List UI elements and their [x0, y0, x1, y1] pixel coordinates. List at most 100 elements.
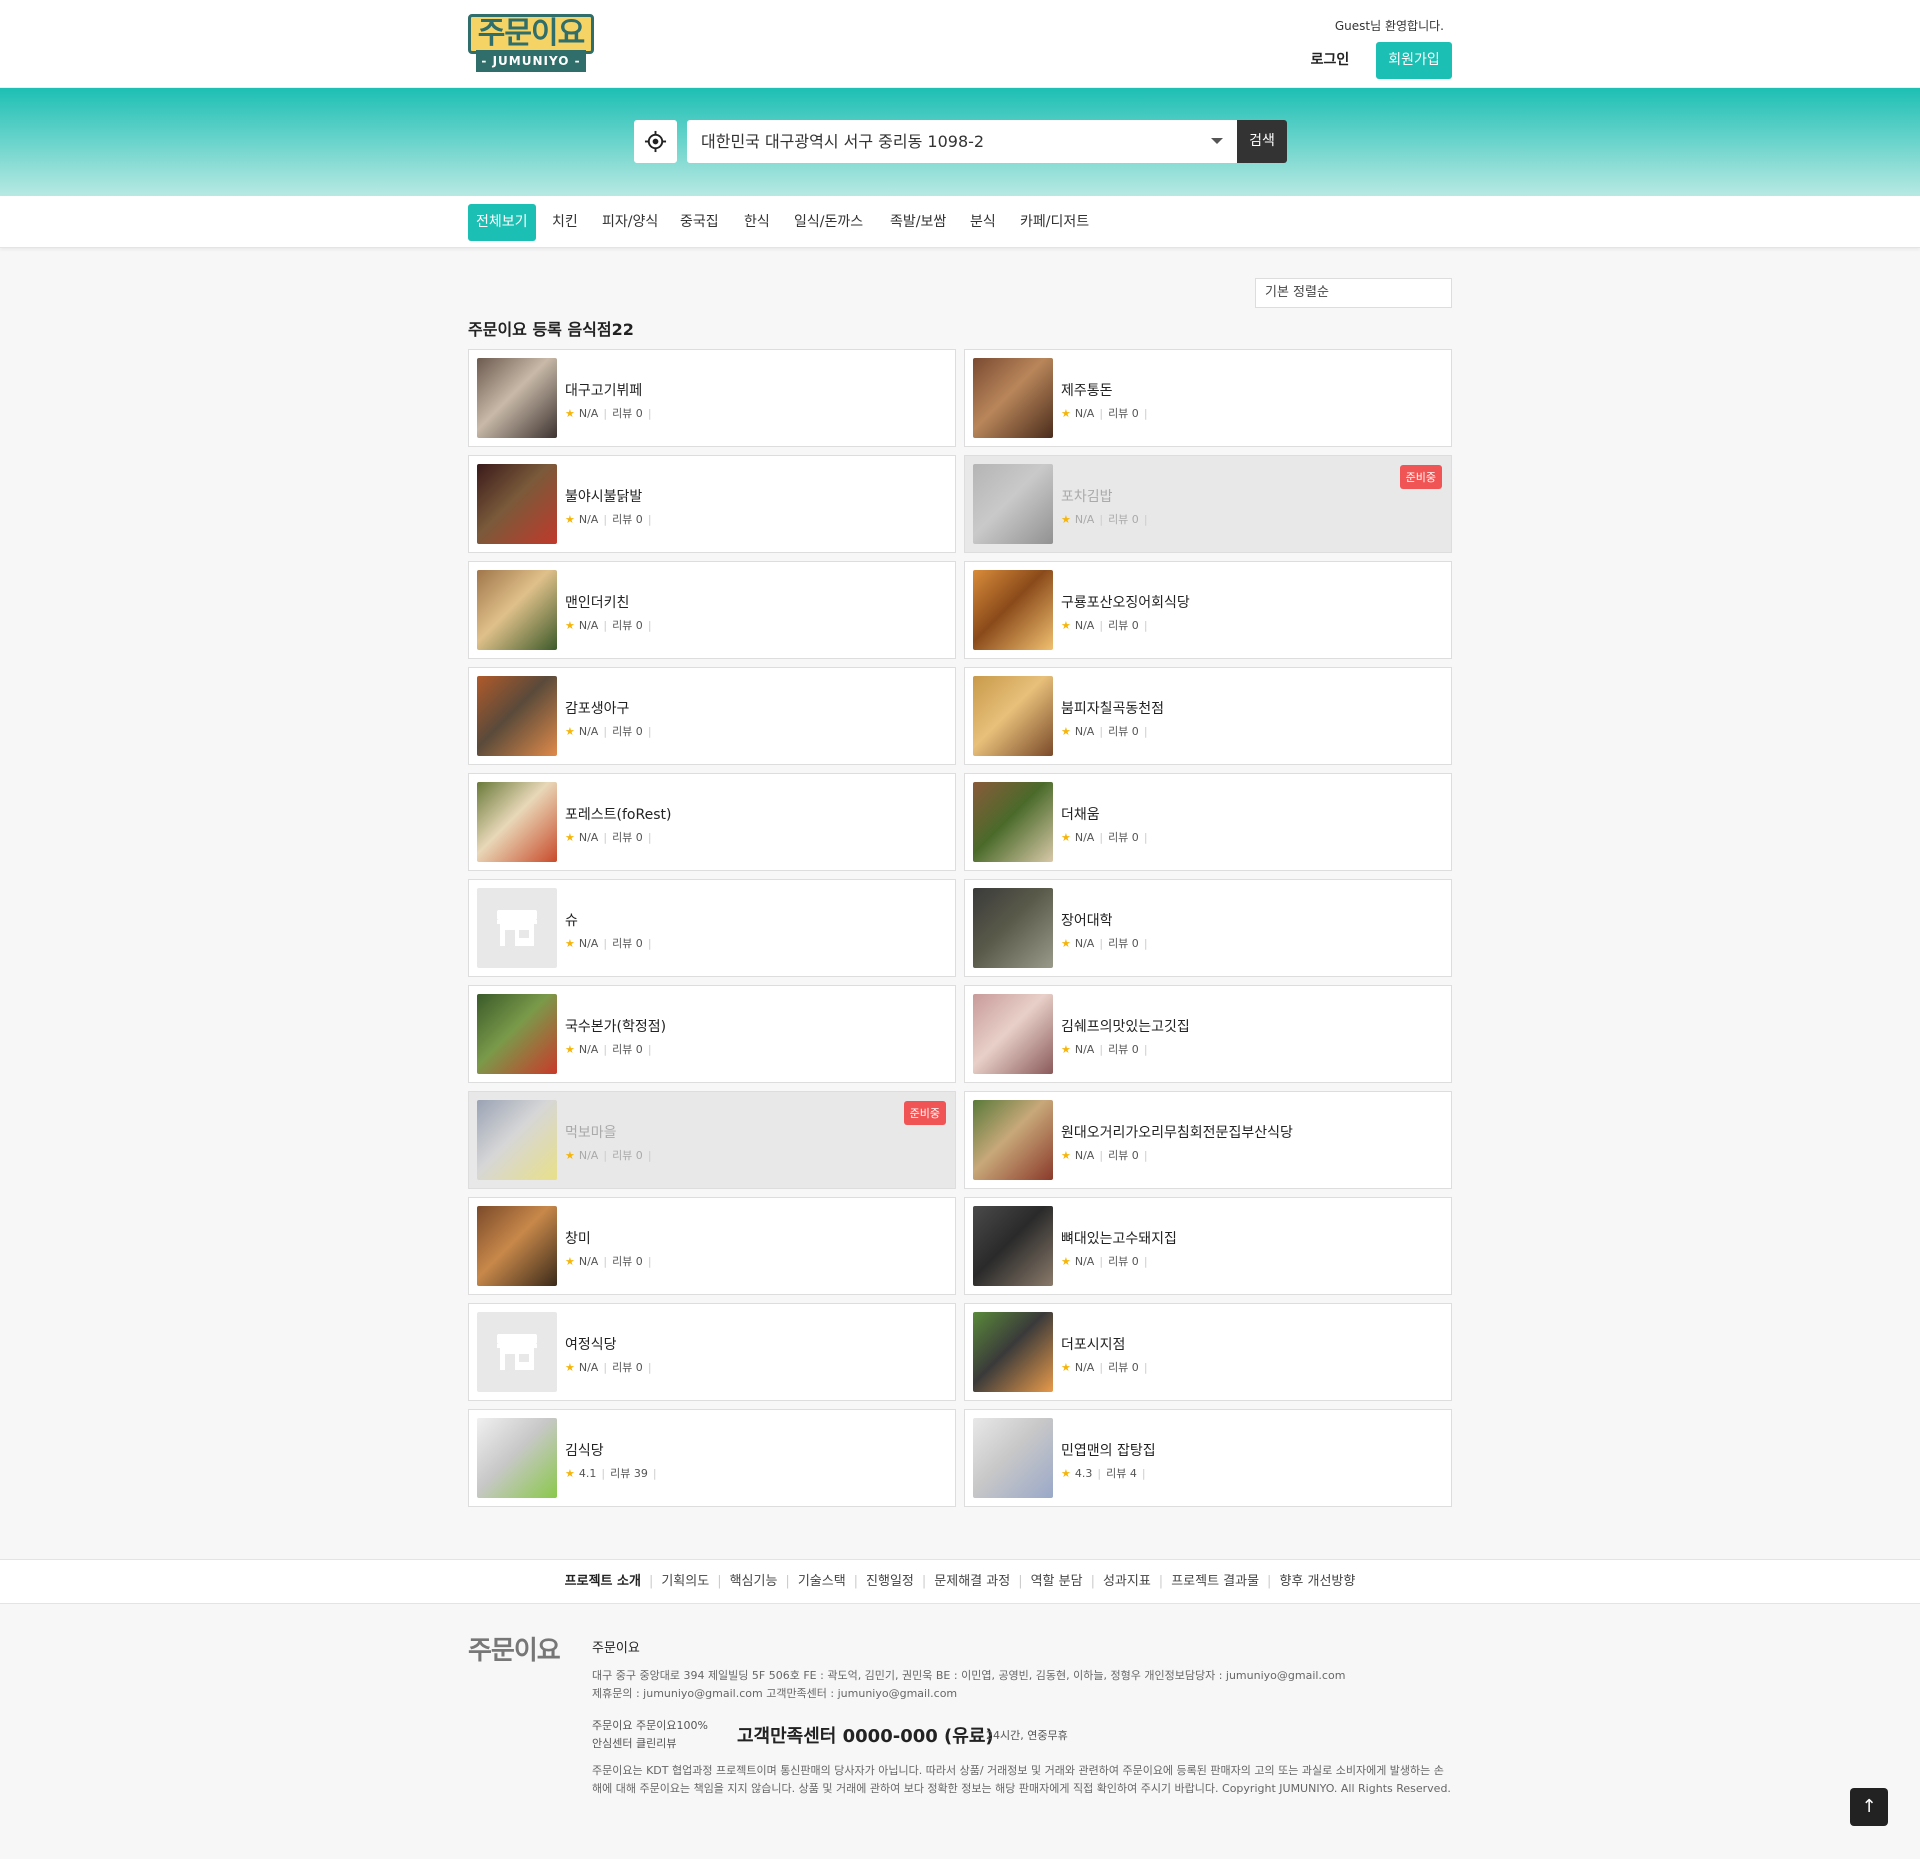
restaurant-photo: [477, 570, 557, 650]
restaurant-meta: ★ N/A | 리뷰 0 |: [565, 723, 657, 739]
restaurant-photo: [973, 1206, 1053, 1286]
restaurant-meta: ★ N/A | 리뷰 0 |: [565, 1253, 657, 1269]
review-count: 리뷰 0: [612, 1149, 643, 1162]
restaurant-card[interactable]: 슈 ★ N/A | 리뷰 0 |: [468, 879, 956, 977]
review-count: 리뷰 0: [1108, 1043, 1139, 1056]
restaurant-name: 더채움: [1061, 807, 1100, 823]
category-tab[interactable]: 피자/양식: [594, 204, 666, 241]
restaurant-card[interactable]: 국수본가(학정점) ★ N/A | 리뷰 0 |: [468, 985, 956, 1083]
scroll-to-top-button[interactable]: ↑: [1850, 1788, 1888, 1826]
footer-service-links: 주문이요 주문이요100% 안심센터 클린리뷰: [592, 1717, 708, 1753]
restaurant-name: 여정식당: [565, 1337, 617, 1353]
star-icon: ★: [565, 1043, 575, 1056]
restaurant-name: 제주통돈: [1061, 383, 1113, 399]
crosshair-icon: [644, 130, 667, 153]
star-icon: ★: [1061, 725, 1071, 738]
divider: |: [647, 725, 652, 738]
footer-nav-link[interactable]: 기술스택: [798, 1574, 846, 1589]
store-placeholder-icon: [477, 888, 557, 968]
restaurant-meta: ★ N/A | 리뷰 0 |: [1061, 1041, 1153, 1057]
logo[interactable]: 주문이요 - JUMUNIYO -: [468, 14, 594, 74]
restaurant-meta: ★ 4.3 | 리뷰 4 |: [1061, 1465, 1151, 1481]
restaurant-card[interactable]: 맨인더키친 ★ N/A | 리뷰 0 |: [468, 561, 956, 659]
restaurant-card[interactable]: 장어대학 ★ N/A | 리뷰 0 |: [964, 879, 1452, 977]
restaurant-card[interactable]: 먹보마을 ★ N/A | 리뷰 0 | 준비중: [468, 1091, 956, 1189]
divider: |: [648, 1574, 654, 1589]
search-button[interactable]: 검색: [1237, 120, 1287, 163]
restaurant-card[interactable]: 대구고기뷔페 ★ N/A | 리뷰 0 |: [468, 349, 956, 447]
star-icon: ★: [1061, 1467, 1071, 1480]
footer-nav-link[interactable]: 프로젝트 결과물: [1171, 1574, 1259, 1589]
star-icon: ★: [1061, 937, 1071, 950]
category-tab[interactable]: 중국집: [672, 204, 727, 241]
restaurant-card[interactable]: 뼈대있는고수돼지집 ★ N/A | 리뷰 0 |: [964, 1197, 1452, 1295]
restaurant-card[interactable]: 포차김밥 ★ N/A | 리뷰 0 | 준비중: [964, 455, 1452, 553]
footer-nav-link[interactable]: 프로젝트 소개: [565, 1574, 641, 1589]
footer-nav-link[interactable]: 진행일정: [866, 1574, 914, 1589]
restaurant-card[interactable]: 원대오거리가오리무침회전문집부산식당 ★ N/A | 리뷰 0 |: [964, 1091, 1452, 1189]
restaurant-meta: ★ N/A | 리뷰 0 |: [565, 1041, 657, 1057]
restaurant-card[interactable]: 김쉐프의맛있는고깃집 ★ N/A | 리뷰 0 |: [964, 985, 1452, 1083]
footer-nav-link[interactable]: 문제해결 과정: [934, 1574, 1010, 1589]
divider: |: [1143, 1255, 1148, 1268]
rating-value: N/A: [1074, 619, 1095, 632]
restaurant-card[interactable]: 여정식당 ★ N/A | 리뷰 0 |: [468, 1303, 956, 1401]
review-count: 리뷰 0: [612, 1255, 643, 1268]
divider: |: [647, 1255, 652, 1268]
footer-address: 대구 중구 중앙대로 394 제일빌딩 5F 506호 FE : 곽도억, 김민…: [592, 1669, 1346, 1682]
divider: |: [1143, 619, 1148, 632]
rating-value: N/A: [1074, 1255, 1095, 1268]
restaurant-card[interactable]: 붐피자칠곡동천점 ★ N/A | 리뷰 0 |: [964, 667, 1452, 765]
restaurant-meta: ★ N/A | 리뷰 0 |: [1061, 1147, 1153, 1163]
restaurant-card[interactable]: 제주통돈 ★ N/A | 리뷰 0 |: [964, 349, 1452, 447]
review-count: 리뷰 0: [612, 1361, 643, 1374]
restaurant-card[interactable]: 포레스트(foRest) ★ N/A | 리뷰 0 |: [468, 773, 956, 871]
restaurant-card[interactable]: 김식당 ★ 4.1 | 리뷰 39 |: [468, 1409, 956, 1507]
footer-service-line-1[interactable]: 주문이요 주문이요100%: [592, 1717, 708, 1735]
category-tab[interactable]: 한식: [736, 204, 778, 241]
review-count: 리뷰 0: [612, 1043, 643, 1056]
footer-nav-link[interactable]: 향후 개선방향: [1279, 1574, 1355, 1589]
restaurant-card[interactable]: 구룡포산오징어회식당 ★ N/A | 리뷰 0 |: [964, 561, 1452, 659]
restaurant-card[interactable]: 민엽맨의 잡탕집 ★ 4.3 | 리뷰 4 |: [964, 1409, 1452, 1507]
category-tab[interactable]: 일식/돈까스: [786, 204, 871, 241]
category-tab[interactable]: 전체보기: [468, 204, 536, 241]
rating-value: N/A: [578, 513, 599, 526]
signup-button[interactable]: 회원가입: [1376, 42, 1452, 79]
review-count: 리뷰 0: [1108, 937, 1139, 950]
category-tab[interactable]: 족발/보쌈: [882, 204, 954, 241]
restaurant-card[interactable]: 더채움 ★ N/A | 리뷰 0 |: [964, 773, 1452, 871]
divider: |: [1099, 937, 1104, 950]
restaurant-card[interactable]: 감포생아구 ★ N/A | 리뷰 0 |: [468, 667, 956, 765]
restaurant-meta: ★ N/A | 리뷰 0 |: [565, 1359, 657, 1375]
footer-nav-link[interactable]: 기획의도: [661, 1574, 709, 1589]
restaurant-name: 불야시불닭발: [565, 489, 643, 505]
category-tab[interactable]: 분식: [962, 204, 1004, 241]
category-tab[interactable]: 카페/디저트: [1012, 204, 1097, 241]
login-button[interactable]: 로그인: [1292, 42, 1368, 78]
restaurant-meta: ★ N/A | 리뷰 0 |: [1061, 935, 1153, 951]
restaurant-name: 민엽맨의 잡탕집: [1061, 1443, 1156, 1459]
restaurant-name: 붐피자칠곡동천점: [1061, 701, 1165, 717]
divider: |: [647, 619, 652, 632]
footer-nav-link[interactable]: 역할 분담: [1031, 1574, 1083, 1589]
restaurant-card[interactable]: 불야시불닭발 ★ N/A | 리뷰 0 |: [468, 455, 956, 553]
restaurant-count-title: 주문이요 등록 음식점22: [468, 320, 634, 339]
restaurant-name: 구룡포산오징어회식당: [1061, 595, 1190, 611]
footer-nav-link[interactable]: 성과지표: [1103, 1574, 1151, 1589]
restaurant-name: 먹보마을: [565, 1125, 617, 1141]
sort-select[interactable]: 기본 정렬순: [1255, 278, 1452, 308]
category-tab[interactable]: 치킨: [544, 204, 586, 241]
footer-service-line-2[interactable]: 안심센터 클린리뷰: [592, 1735, 708, 1753]
review-count: 리뷰 0: [1108, 1149, 1139, 1162]
address-select[interactable]: 대한민국 대구광역시 서구 중리동 1098-2: [687, 120, 1237, 163]
divider: |: [647, 1149, 652, 1162]
current-location-button[interactable]: [634, 120, 677, 163]
review-count: 리뷰 0: [612, 937, 643, 950]
restaurant-card[interactable]: 더포시지점 ★ N/A | 리뷰 0 |: [964, 1303, 1452, 1401]
footer-nav-link[interactable]: 핵심기능: [730, 1574, 778, 1589]
divider: |: [1018, 1574, 1023, 1589]
divider: |: [603, 619, 608, 632]
divider: |: [603, 725, 608, 738]
restaurant-card[interactable]: 창미 ★ N/A | 리뷰 0 |: [468, 1197, 956, 1295]
